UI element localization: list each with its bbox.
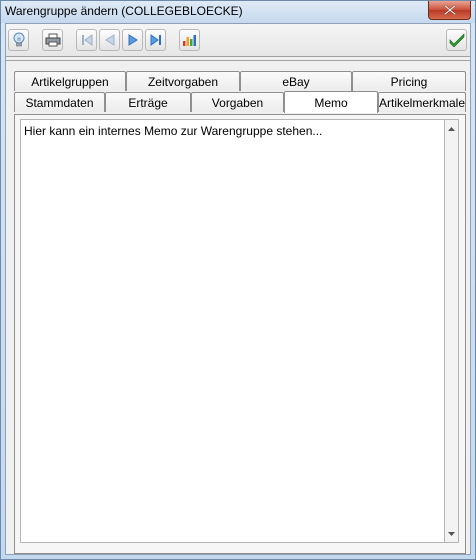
tab-label: eBay — [282, 74, 310, 89]
dialog-client-area: Artikelgruppen Zeitvorgaben eBay Pricing… — [5, 23, 471, 555]
window-title: Warengruppe ändern (COLLEGEBLOECKE) — [5, 4, 243, 18]
tab-artikelmerkmale[interactable]: Artikelmerkmale — [378, 92, 466, 112]
toolbar-separator — [6, 60, 470, 61]
first-icon — [81, 34, 92, 46]
tab-label: Artikelgruppen — [31, 74, 109, 89]
tab-ebay[interactable]: eBay — [240, 71, 352, 91]
close-icon — [443, 5, 456, 15]
tab-label: Pricing — [390, 74, 428, 89]
hint-button[interactable] — [8, 29, 29, 51]
save-button[interactable] — [446, 29, 467, 51]
previous-record-button[interactable] — [99, 29, 120, 51]
title-bar[interactable]: Warengruppe ändern (COLLEGEBLOECKE) — [1, 1, 475, 23]
printer-icon — [45, 33, 60, 47]
scroll-down-icon — [448, 531, 455, 536]
checkmark-icon — [449, 33, 464, 47]
tab-label: Vorgaben — [211, 95, 264, 110]
tab-zeitvorgaben[interactable]: Zeitvorgaben — [126, 71, 240, 91]
tab-ertraege[interactable]: Erträge — [105, 92, 191, 112]
previous-icon — [104, 34, 114, 46]
next-icon — [128, 34, 138, 46]
tab-stammdaten[interactable]: Stammdaten — [14, 92, 105, 112]
last-icon — [150, 34, 161, 46]
memo-textarea[interactable]: Hier kann ein internes Memo zur Warengru… — [20, 119, 444, 543]
scroll-up-button[interactable] — [445, 121, 458, 136]
memo-tab-panel: Hier kann ein internes Memo zur Warengru… — [14, 114, 466, 554]
dialog-window: Warengruppe ändern (COLLEGEBLOECKE) Arti… — [0, 0, 476, 560]
bar-chart-icon — [182, 35, 196, 46]
tab-vorgaben[interactable]: Vorgaben — [191, 92, 284, 112]
scroll-down-button[interactable] — [445, 526, 458, 541]
toolbar — [6, 24, 470, 57]
next-record-button[interactable] — [122, 29, 143, 51]
scroll-up-icon — [448, 126, 455, 131]
print-button[interactable] — [42, 29, 63, 51]
tab-memo[interactable]: Memo — [284, 91, 378, 113]
first-record-button[interactable] — [76, 29, 97, 51]
tab-label: Stammdaten — [25, 95, 94, 110]
memo-text: Hier kann ein internes Memo zur Warengru… — [24, 124, 323, 138]
close-button[interactable] — [428, 1, 471, 20]
tab-label: Erträge — [128, 95, 168, 110]
tab-artikelgruppen[interactable]: Artikelgruppen — [14, 71, 126, 91]
tab-label: Zeitvorgaben — [147, 74, 219, 89]
statistics-button[interactable] — [179, 29, 200, 51]
memo-scrollbar[interactable] — [444, 119, 459, 543]
lightbulb-icon — [13, 32, 24, 47]
tab-label: Memo — [314, 95, 348, 110]
last-record-button[interactable] — [145, 29, 166, 51]
tab-label: Artikelmerkmale — [379, 95, 466, 110]
tab-pricing[interactable]: Pricing — [352, 71, 466, 91]
